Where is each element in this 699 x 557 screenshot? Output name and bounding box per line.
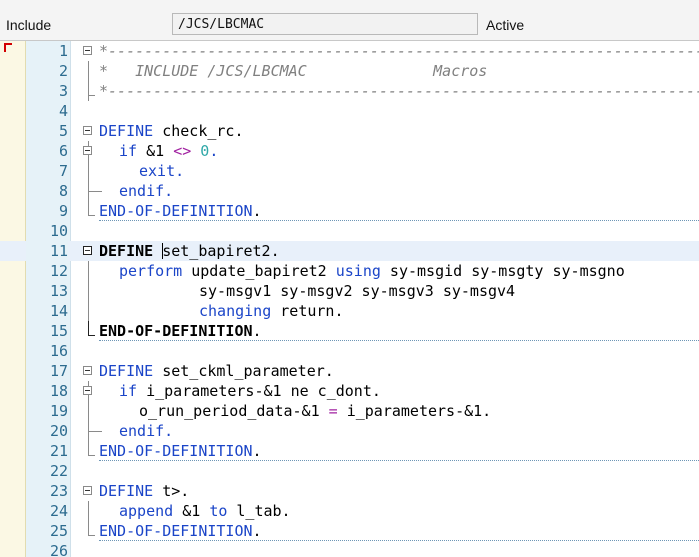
fold-toggle-icon[interactable] <box>83 486 92 495</box>
code-text: sy-msgv1 sy-msgv2 sy-msgv3 sy-msgv4 <box>199 282 516 300</box>
line-number: 9 <box>58 202 68 220</box>
line-number: 17 <box>49 362 68 380</box>
code-line[interactable]: 3 *-------------------------------------… <box>0 81 699 101</box>
code-line[interactable]: 16 <box>0 341 699 361</box>
code-line[interactable]: 19 o_run_period_data-&1 = i_parameters-&… <box>0 401 699 421</box>
code-text: END-OF-DEFINITION. <box>99 522 262 540</box>
fold-end-bracket <box>88 441 95 456</box>
fold-toggle-icon[interactable] <box>83 126 92 135</box>
line-number: 3 <box>58 82 68 100</box>
code-line[interactable]: 1 *-------------------------------------… <box>0 41 699 61</box>
code-line[interactable]: 17 DEFINE set_ckml_parameter. <box>0 361 699 381</box>
code-line[interactable]: 15 END-OF-DEFINITION. <box>0 321 699 341</box>
comment-text: * INCLUDE /JCS/LBCMAC Macros <box>99 62 488 80</box>
fold-toggle-icon[interactable] <box>83 46 92 55</box>
line-number: 23 <box>49 482 68 500</box>
code-text: perform update_bapiret2 using sy-msgid s… <box>119 262 625 280</box>
line-number: 15 <box>49 322 68 340</box>
code-line[interactable]: 7 exit. <box>0 161 699 181</box>
line-number: 7 <box>58 162 68 180</box>
code-line[interactable]: 24 append &1 to l_tab. <box>0 501 699 521</box>
code-editor[interactable]: 1 *-------------------------------------… <box>0 41 699 557</box>
code-text: END-OF-DEFINITION. <box>99 442 262 460</box>
line-number: 12 <box>49 262 68 280</box>
code-text: if i_parameters-&1 ne c_dont. <box>119 382 381 400</box>
line-number: 21 <box>49 442 68 460</box>
code-text: DEFINE check_rc. <box>99 122 244 140</box>
code-text: END-OF-DEFINITION. <box>99 202 262 220</box>
code-line[interactable]: 4 <box>0 101 699 121</box>
code-line[interactable]: 6 if &1 <> 0. <box>0 141 699 161</box>
line-number: 24 <box>49 502 68 520</box>
code-line[interactable]: 21 END-OF-DEFINITION. <box>0 441 699 461</box>
fold-end-bracket <box>88 321 95 336</box>
code-line[interactable]: 8 endif. <box>0 181 699 201</box>
code-line[interactable]: 25 END-OF-DEFINITION. <box>0 521 699 541</box>
code-text: o_run_period_data-&1 = i_parameters-&1. <box>139 402 492 420</box>
line-number: 2 <box>58 62 68 80</box>
fold-toggle-icon[interactable] <box>83 246 92 255</box>
code-line[interactable]: 2 * INCLUDE /JCS/LBCMAC Macros <box>0 61 699 81</box>
fold-end-bracket <box>88 421 102 432</box>
status-text: Active <box>486 17 525 33</box>
code-text: changing return. <box>199 302 344 320</box>
line-number: 1 <box>58 42 68 60</box>
fold-toggle-icon[interactable] <box>83 146 92 155</box>
comment-text: *---------------------------------------… <box>99 42 699 60</box>
line-number: 19 <box>49 402 68 420</box>
code-text: END-OF-DEFINITION. <box>99 322 262 340</box>
code-line[interactable]: 23 DEFINE t>. <box>0 481 699 501</box>
fold-end-bracket <box>88 521 95 536</box>
line-number: 5 <box>58 122 68 140</box>
line-number: 4 <box>58 102 68 120</box>
line-number: 11 <box>26 241 68 261</box>
line-number: 16 <box>49 342 68 360</box>
code-text: endif. <box>119 182 174 200</box>
code-line[interactable]: 14 changing return. <box>0 301 699 321</box>
include-label: Include <box>6 17 52 33</box>
fold-toggle-icon[interactable] <box>83 386 92 395</box>
line-number: 13 <box>49 282 68 300</box>
code-text: DEFINE t>. <box>99 482 190 500</box>
code-line-current[interactable]: 11 DEFINE set_bapiret2. <box>0 241 699 261</box>
line-number: 8 <box>58 182 68 200</box>
line-number: 22 <box>49 462 68 480</box>
line-number: 26 <box>49 542 68 557</box>
code-text: exit. <box>139 162 185 180</box>
code-line[interactable]: 20 endif. <box>0 421 699 441</box>
program-header: Include /JCS/LBCMAC Active <box>0 0 699 41</box>
code-line[interactable]: 5 DEFINE check_rc. <box>0 121 699 141</box>
fold-end-bracket <box>88 201 95 216</box>
line-number: 6 <box>58 142 68 160</box>
fold-end-bracket <box>88 81 95 96</box>
code-line[interactable]: 12 perform update_bapiret2 using sy-msgi… <box>0 261 699 281</box>
code-text: DEFINE set_ckml_parameter. <box>99 362 334 380</box>
code-line[interactable]: 9 END-OF-DEFINITION. <box>0 201 699 221</box>
code-line[interactable]: 26 <box>0 541 699 557</box>
code-text: if &1 <> 0. <box>119 142 219 160</box>
comment-text: *---------------------------------------… <box>99 82 699 100</box>
line-number: 25 <box>49 522 68 540</box>
line-number: 18 <box>49 382 68 400</box>
code-line[interactable]: 18 if i_parameters-&1 ne c_dont. <box>0 381 699 401</box>
line-number: 14 <box>49 302 68 320</box>
code-text: append &1 to l_tab. <box>119 502 291 520</box>
code-line[interactable]: 22 <box>0 461 699 481</box>
code-text: endif. <box>119 422 174 440</box>
code-line[interactable]: 13 sy-msgv1 sy-msgv2 sy-msgv3 sy-msgv4 <box>0 281 699 301</box>
code-text: DEFINE set_bapiret2. <box>99 242 280 260</box>
code-line[interactable]: 10 <box>0 221 699 241</box>
fold-toggle-icon[interactable] <box>83 366 92 375</box>
line-number: 10 <box>49 222 68 240</box>
fold-end-bracket <box>88 181 102 192</box>
line-number: 20 <box>49 422 68 440</box>
include-name-field[interactable]: /JCS/LBCMAC <box>172 13 478 35</box>
